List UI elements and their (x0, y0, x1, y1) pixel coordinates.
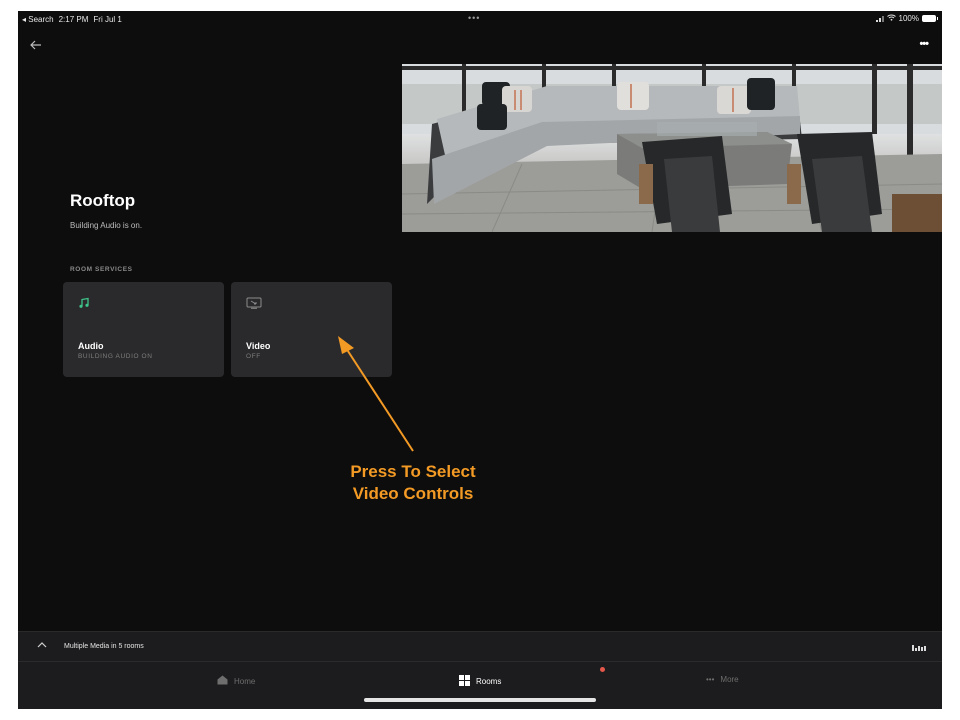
annotation-line-2: Video Controls (352, 484, 474, 503)
tab-bar: Home Rooms ••• More (18, 661, 942, 709)
grid-icon (459, 675, 470, 688)
room-services-heading: ROOM SERVICES (70, 266, 133, 273)
wifi-icon (886, 14, 896, 23)
room-status-text: Building Audio is on. (70, 221, 143, 230)
tab-more-label: More (720, 675, 739, 684)
notification-dot (600, 667, 605, 672)
tab-home-label: Home (234, 676, 256, 686)
tab-rooms-label: Rooms (476, 677, 502, 686)
room-photo (402, 64, 942, 232)
status-time: 2:17 PM (58, 15, 89, 24)
audio-service-card[interactable]: Audio BUILDING AUDIO ON (63, 282, 224, 377)
home-icon (217, 675, 228, 687)
screen-cast-icon (246, 296, 262, 314)
tab-home[interactable]: Home (217, 675, 255, 687)
home-indicator[interactable] (364, 698, 596, 702)
annotation-callout: Press To Select Video Controls (308, 461, 518, 505)
equalizer-bars-icon[interactable] (912, 642, 926, 651)
video-card-status: OFF (246, 353, 261, 360)
cellular-signal-icon (875, 15, 884, 22)
back-arrow-icon[interactable] (30, 37, 42, 54)
audio-card-title: Audio (78, 341, 104, 351)
music-note-icon (78, 296, 90, 314)
room-title: Rooftop (70, 191, 136, 210)
annotation-line-1: Press To Select (350, 462, 476, 481)
chevron-up-icon[interactable] (37, 639, 47, 651)
multitasking-dots[interactable]: ••• (468, 13, 480, 23)
dots-icon: ••• (706, 675, 715, 684)
tab-rooms[interactable]: Rooms (459, 675, 501, 688)
back-to-app-link[interactable]: ◂ Search (22, 15, 54, 24)
tab-more[interactable]: ••• More (706, 675, 739, 684)
video-service-card[interactable]: Video OFF (231, 282, 392, 377)
app-screen: ◂ Search 2:17 PM Fri Jul 1 ••• 100% ••• (18, 11, 942, 709)
video-card-title: Video (246, 341, 271, 351)
audio-card-status: BUILDING AUDIO ON (78, 353, 153, 360)
more-options-icon[interactable]: ••• (919, 38, 929, 50)
now-playing-bar[interactable]: Multiple Media in 5 rooms (18, 631, 942, 662)
now-playing-text: Multiple Media in 5 rooms (64, 643, 144, 650)
status-bar: ◂ Search 2:17 PM Fri Jul 1 ••• 100% (18, 11, 942, 29)
battery-percent: 100% (898, 14, 919, 23)
status-date: Fri Jul 1 (93, 15, 122, 24)
battery-icon (922, 15, 938, 22)
